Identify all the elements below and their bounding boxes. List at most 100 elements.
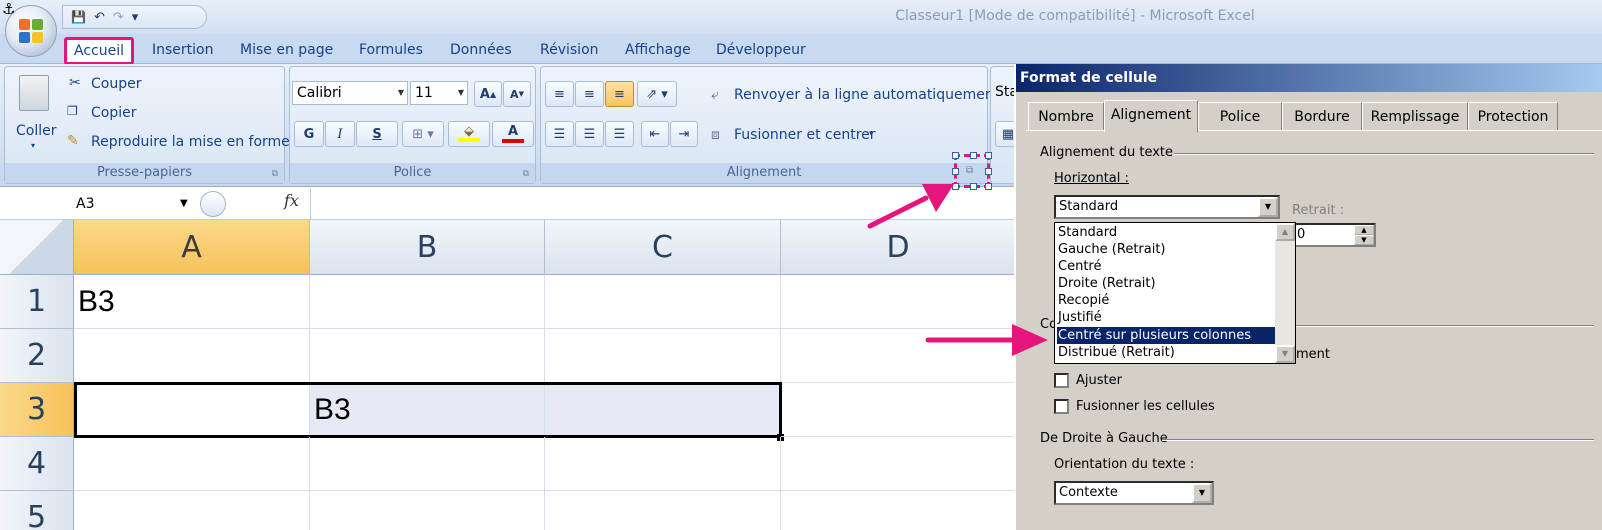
borders-button[interactable]: ⊞ ▾: [402, 121, 444, 147]
font-name-combo[interactable]: Calibri ▼: [292, 81, 408, 105]
undo-icon[interactable]: ↶: [94, 10, 105, 25]
cell-b5[interactable]: [310, 491, 545, 530]
list-item-selected[interactable]: Centré sur plusieurs colonnes: [1057, 327, 1275, 344]
shrink-checkbox[interactable]: [1054, 373, 1069, 388]
paste-button[interactable]: Coller: [16, 123, 57, 139]
scroll-down-icon[interactable]: ▼: [1275, 345, 1295, 363]
font-size-combo[interactable]: 11 ▼: [410, 81, 468, 105]
cell-a4[interactable]: [74, 437, 310, 491]
list-item[interactable]: Centré: [1057, 258, 1275, 275]
cell-c2[interactable]: [545, 329, 781, 383]
formula-bar-toggle[interactable]: [200, 191, 226, 217]
column-header-c[interactable]: C: [545, 220, 781, 275]
cell-d3[interactable]: [781, 383, 1016, 437]
chevron-down-icon[interactable]: ▼: [1258, 197, 1278, 217]
chevron-down-icon[interactable]: ▾: [869, 129, 874, 139]
fill-color-button[interactable]: ⬙: [448, 121, 490, 147]
name-box[interactable]: A3: [2, 192, 198, 216]
select-all-button[interactable]: [0, 220, 74, 275]
list-item[interactable]: Standard: [1057, 224, 1275, 241]
tab-insertion[interactable]: Insertion: [152, 42, 213, 58]
tab-revision[interactable]: Révision: [540, 42, 599, 58]
align-left-icon: ☰: [553, 126, 566, 142]
copy-button[interactable]: Copier: [91, 105, 137, 121]
tab-formules[interactable]: Formules: [359, 42, 423, 58]
shrink-font-button[interactable]: A ▼: [503, 81, 531, 107]
merge-center-button[interactable]: Fusionner et centrer: [734, 127, 876, 143]
tab-nombre[interactable]: Nombre: [1028, 102, 1104, 130]
decrease-indent-button[interactable]: ⇤: [641, 121, 669, 147]
indent-spinner[interactable]: 0 ▲ ▼: [1292, 223, 1376, 247]
merge-cells-checkbox[interactable]: [1054, 399, 1069, 414]
row-header-3[interactable]: 3: [0, 383, 74, 437]
paste-dropdown-icon[interactable]: ▾: [31, 141, 35, 150]
orientation-button[interactable]: ⇗ ▾: [637, 81, 677, 107]
italic-button[interactable]: I: [325, 121, 355, 147]
align-middle-button[interactable]: ≡: [575, 81, 604, 107]
customize-qat-icon[interactable]: ▾: [132, 10, 139, 25]
cell-b1[interactable]: [310, 275, 545, 329]
row-header-5[interactable]: 5: [0, 491, 74, 530]
insert-function-icon[interactable]: fx: [284, 191, 299, 210]
cell-a1[interactable]: B3: [74, 275, 310, 329]
column-header-b[interactable]: B: [310, 220, 545, 275]
align-bottom-button[interactable]: ≡: [605, 81, 634, 107]
tab-bordure[interactable]: Bordure: [1282, 102, 1362, 130]
tab-police[interactable]: Police: [1198, 102, 1282, 130]
align-right-button[interactable]: ☰: [605, 121, 634, 147]
redo-icon[interactable]: ↷: [113, 10, 124, 25]
column-header-a[interactable]: A: [74, 220, 310, 275]
dialog-launcher-icon[interactable]: ⧉: [272, 169, 278, 179]
grow-font-button[interactable]: A ▲: [474, 81, 502, 107]
list-scrollbar[interactable]: ▲ ▼: [1275, 223, 1295, 363]
align-center-button[interactable]: ☰: [575, 121, 604, 147]
cell-c5[interactable]: [545, 491, 781, 530]
cut-button[interactable]: Couper: [91, 76, 141, 92]
horizontal-select[interactable]: Standard ▼: [1054, 195, 1280, 219]
tab-mise-en-page[interactable]: Mise en page: [240, 42, 333, 58]
cell-c1[interactable]: [545, 275, 781, 329]
format-painter-button[interactable]: Reproduire la mise en forme: [91, 134, 290, 150]
cell-d4[interactable]: [781, 437, 1016, 491]
list-item[interactable]: Droite (Retrait): [1057, 275, 1275, 292]
dialog-launcher-icon: ⧉: [966, 165, 974, 176]
cell-a5[interactable]: [74, 491, 310, 530]
cell-c4[interactable]: [545, 437, 781, 491]
tab-developpeur[interactable]: Développeur: [716, 42, 806, 58]
font-color-button[interactable]: A: [492, 121, 534, 147]
wrap-text-button[interactable]: Renvoyer à la ligne automatiquement: [734, 87, 999, 103]
row-header-2[interactable]: 2: [0, 329, 74, 383]
cell-a2[interactable]: [74, 329, 310, 383]
list-item[interactable]: Distribué (Retrait): [1057, 344, 1275, 361]
increase-indent-button[interactable]: ⇥: [670, 121, 698, 147]
underline-button[interactable]: S: [356, 121, 398, 147]
align-left-button[interactable]: ☰: [545, 121, 574, 147]
chevron-down-icon[interactable]: ▼: [180, 192, 188, 216]
tab-affichage[interactable]: Affichage: [625, 42, 691, 58]
row-header-4[interactable]: 4: [0, 437, 74, 491]
tab-accueil[interactable]: Accueil: [64, 37, 134, 65]
bold-button[interactable]: G: [294, 121, 324, 147]
spin-down-icon[interactable]: ▼: [1354, 235, 1374, 245]
tab-protection[interactable]: Protection: [1468, 102, 1558, 130]
horizontal-dropdown-list: Standard Gauche (Retrait) Centré Droite …: [1054, 222, 1296, 364]
cell-b2[interactable]: [310, 329, 545, 383]
tab-donnees[interactable]: Données: [450, 42, 512, 58]
tab-alignement[interactable]: Alignement: [1104, 100, 1198, 132]
spin-up-icon[interactable]: ▲: [1354, 225, 1374, 235]
cell-d1[interactable]: [781, 275, 1016, 329]
dialog-launcher-icon[interactable]: ⧉: [523, 169, 529, 179]
tab-remplissage[interactable]: Remplissage: [1362, 102, 1468, 130]
align-top-button[interactable]: ≡: [545, 81, 574, 107]
list-item[interactable]: Justifié: [1057, 309, 1275, 326]
cell-d5[interactable]: [781, 491, 1016, 530]
row-header-1[interactable]: 1: [0, 275, 74, 329]
orientation-value: Contexte: [1059, 485, 1118, 500]
list-item[interactable]: Gauche (Retrait): [1057, 241, 1275, 258]
orientation-select[interactable]: Contexte ▼: [1054, 481, 1214, 505]
scroll-up-icon[interactable]: ▲: [1275, 223, 1295, 241]
chevron-down-icon[interactable]: ▼: [1192, 483, 1212, 503]
save-icon[interactable]: 💾: [71, 10, 86, 24]
list-item[interactable]: Recopié: [1057, 292, 1275, 309]
cell-b4[interactable]: [310, 437, 545, 491]
